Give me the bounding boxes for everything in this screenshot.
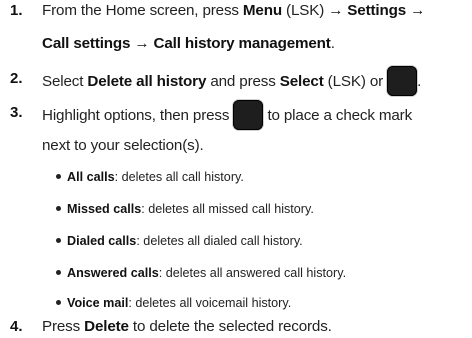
select-label: Select [279, 73, 324, 91]
delete-label: Delete [84, 318, 129, 335]
bullet-icon [56, 300, 61, 305]
option-all-calls: All calls: deletes all call history. [56, 170, 244, 184]
delete-all-history-label: Delete all history [87, 73, 207, 91]
option-missed-calls: Missed calls: deletes all missed call hi… [56, 202, 314, 216]
instructions-document: 1. From the Home screen, press Menu (LSK… [0, 0, 472, 338]
step-number: 1. [10, 2, 23, 19]
settings-label: Settings [343, 2, 411, 19]
step-1-line-2: Call settings → Call history management. [42, 35, 335, 52]
call-history-management-label: Call history management [153, 35, 331, 52]
bullet-icon [56, 206, 61, 211]
ok-key-icon [233, 100, 264, 130]
option-answered-calls: Answered calls: deletes all answered cal… [56, 266, 346, 280]
step-number: 4. [10, 318, 23, 335]
option-voice-mail: Voice mail: deletes all voicemail histor… [56, 296, 291, 310]
arrow-icon: → [328, 2, 344, 19]
arrow-icon: → [130, 35, 154, 52]
step-2-line-1: Select Delete all history and press Sele… [42, 66, 421, 97]
call-settings-label: Call settings [42, 35, 131, 52]
menu-label: Menu [242, 2, 282, 19]
step-number: 3. [10, 104, 23, 121]
ok-key-icon [387, 66, 418, 96]
option-dialed-calls: Dialed calls: deletes all dialed call hi… [56, 234, 303, 248]
step-1-line-1: From the Home screen, press Menu (LSK) →… [42, 2, 426, 19]
bullet-icon [56, 238, 61, 243]
bullet-icon [56, 270, 61, 275]
step-3-line-1: Highlight options, then press to place a… [42, 100, 412, 131]
bullet-icon [56, 174, 61, 179]
step-3-line-2: next to your selection(s). [42, 137, 204, 154]
step-4-line-1: Press Delete to delete the selected reco… [42, 318, 332, 335]
arrow-icon: → [410, 2, 426, 19]
step-number: 2. [10, 70, 23, 87]
